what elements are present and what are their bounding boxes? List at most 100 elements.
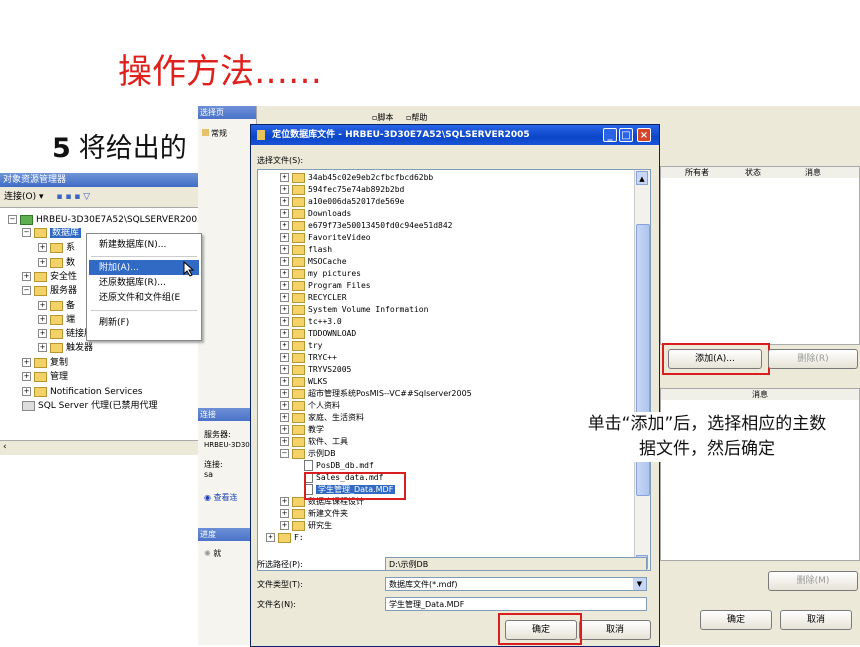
folder-item[interactable]: − 示例DB <box>280 448 336 460</box>
expand-icon[interactable]: + <box>22 272 31 281</box>
expand-icon[interactable]: + <box>22 387 31 396</box>
folder-item[interactable]: + 软件、工具 <box>280 436 348 448</box>
folder-item[interactable]: + F: <box>266 532 304 544</box>
attach-cancel-button[interactable]: 取消 <box>780 610 852 630</box>
help-button[interactable]: ▫帮助 <box>406 113 427 122</box>
menu-item-restore-files[interactable]: 还原文件和文件组(E <box>99 291 180 305</box>
folder-item[interactable]: + try <box>280 340 322 352</box>
expand-icon[interactable]: + <box>280 233 289 242</box>
folder-item[interactable]: + RECYCLER <box>280 292 347 304</box>
chevron-down-icon[interactable]: ▼ <box>633 578 646 590</box>
folder-item[interactable]: + 教学 <box>280 424 324 436</box>
menu-item-new-database[interactable]: 新建数据库(N)... <box>99 238 166 252</box>
expand-icon[interactable]: + <box>38 343 47 352</box>
folder-item[interactable]: + MSOCache <box>280 256 347 268</box>
side-item-general[interactable]: 常规 <box>202 128 227 139</box>
connect-button[interactable]: 连接(O) ▾ <box>4 192 44 202</box>
expand-icon[interactable]: + <box>280 173 289 182</box>
folder-item[interactable]: +594fec75e74ab892b2bd <box>280 184 404 196</box>
expand-icon[interactable]: + <box>280 185 289 194</box>
locate-cancel-button[interactable]: 取消 <box>579 620 651 640</box>
expand-icon[interactable]: + <box>38 329 47 338</box>
file-name-input[interactable]: 学生管理_Data.MDF <box>385 597 647 611</box>
folder-item[interactable]: +34ab45c02e9eb2cfbcfbcd62bb <box>280 172 433 184</box>
view-connection-link[interactable]: ◉ 查看连 <box>204 492 238 503</box>
database-grid[interactable] <box>660 178 860 345</box>
remove-detail-button[interactable]: 删除(M) <box>768 571 858 591</box>
tree-node[interactable]: − 数据库 <box>22 227 82 240</box>
tree-node[interactable]: SQL Server 代理(已禁用代理 <box>22 400 158 413</box>
collapse-icon[interactable]: − <box>280 449 289 458</box>
expand-icon[interactable]: + <box>280 245 289 254</box>
expand-icon[interactable]: + <box>280 341 289 350</box>
folder-item[interactable]: + TRYVS2005 <box>280 364 351 376</box>
expand-icon[interactable]: + <box>280 305 289 314</box>
folder-item[interactable]: + 超市管理系统PosMIS--VC##Sqlserver2005 <box>280 388 472 400</box>
scroll-left-icon[interactable]: ‹ <box>3 442 7 452</box>
expand-icon[interactable]: + <box>280 281 289 290</box>
expand-icon[interactable]: + <box>280 197 289 206</box>
menu-item-attach[interactable]: 附加(A)... <box>99 261 139 275</box>
expand-icon[interactable]: + <box>280 353 289 362</box>
expand-icon[interactable]: + <box>38 301 47 310</box>
expand-icon[interactable]: + <box>280 425 289 434</box>
expand-icon[interactable]: + <box>280 365 289 374</box>
expand-icon[interactable]: + <box>280 209 289 218</box>
expand-icon[interactable]: + <box>280 329 289 338</box>
collapse-icon[interactable]: − <box>8 215 17 224</box>
tree-node[interactable]: + 备 <box>38 300 75 313</box>
file-item[interactable]: PosDB_db.mdf <box>304 460 374 472</box>
collapse-icon[interactable]: − <box>22 228 31 237</box>
folder-item[interactable]: + 家庭、生活资料 <box>280 412 364 424</box>
folder-item[interactable]: + e679f73e50013450fd0c94ee51d842 <box>280 220 453 232</box>
folder-item[interactable]: + my pictures <box>280 268 361 280</box>
folder-item[interactable]: + flash <box>280 244 332 256</box>
script-button[interactable]: ▫脚本 <box>372 113 393 122</box>
folder-item[interactable]: + WLKS <box>280 376 327 388</box>
close-icon[interactable]: × <box>637 128 651 142</box>
menu-item-refresh[interactable]: 刷新(F) <box>99 316 129 330</box>
tree-node[interactable]: − 服务器 <box>22 285 77 298</box>
minimize-icon[interactable]: _ <box>603 128 617 142</box>
tree-node[interactable]: + 触发器 <box>38 342 93 355</box>
expand-icon[interactable]: + <box>38 258 47 267</box>
folder-item[interactable]: + 研究生 <box>280 520 332 532</box>
attach-ok-button[interactable]: 确定 <box>700 610 772 630</box>
expand-icon[interactable]: + <box>266 533 275 542</box>
file-tree-scrollbar[interactable]: ▲ ▼ <box>634 170 650 570</box>
folder-item[interactable]: + TDDOWNLOAD <box>280 328 356 340</box>
folder-item[interactable]: + Program Files <box>280 280 371 292</box>
expand-icon[interactable]: + <box>280 257 289 266</box>
tree-node[interactable]: + 端 <box>38 314 75 327</box>
expand-icon[interactable]: + <box>280 401 289 410</box>
expand-icon[interactable]: + <box>280 317 289 326</box>
collapse-icon[interactable]: − <box>22 286 31 295</box>
tree-node[interactable]: + Notification Services <box>22 386 142 399</box>
expand-icon[interactable]: + <box>280 497 289 506</box>
folder-item[interactable]: + TRYC++ <box>280 352 337 364</box>
file-type-select[interactable]: 数据库文件(*.mdf) ▼ <box>385 577 647 591</box>
folder-item[interactable]: + 新建文件夹 <box>280 508 348 520</box>
tree-node[interactable]: − HRBEU-3D30E7A52\SQLSERVER2005 <box>8 214 200 227</box>
expand-icon[interactable]: + <box>280 269 289 278</box>
maximize-icon[interactable]: □ <box>619 128 633 142</box>
expand-icon[interactable]: + <box>38 243 47 252</box>
tree-node[interactable]: + 安全性 <box>22 271 77 284</box>
expand-icon[interactable]: + <box>280 221 289 230</box>
expand-icon[interactable]: + <box>280 437 289 446</box>
expand-icon[interactable]: + <box>280 413 289 422</box>
tree-node[interactable]: + 数 <box>38 257 75 270</box>
menu-item-restore-database[interactable]: 还原数据库(R)... <box>99 276 166 290</box>
expand-icon[interactable]: + <box>22 358 31 367</box>
file-tree[interactable]: +34ab45c02e9eb2cfbcfbcd62bb +594fec75e74a… <box>257 169 651 571</box>
folder-item[interactable]: + FavoriteVideo <box>280 232 371 244</box>
folder-item[interactable]: + 个人资料 <box>280 400 340 412</box>
tree-node[interactable]: + 系 <box>38 242 75 255</box>
folder-item[interactable]: + a10e006da52017de569e <box>280 196 404 208</box>
expand-icon[interactable]: + <box>280 521 289 530</box>
expand-icon[interactable]: + <box>280 293 289 302</box>
folder-item[interactable]: + tc++3.0 <box>280 316 342 328</box>
horizontal-scrollbar[interactable]: ‹ <box>0 440 200 455</box>
folder-item[interactable]: + System Volume Information <box>280 304 428 316</box>
tree-node[interactable]: + 管理 <box>22 371 68 384</box>
